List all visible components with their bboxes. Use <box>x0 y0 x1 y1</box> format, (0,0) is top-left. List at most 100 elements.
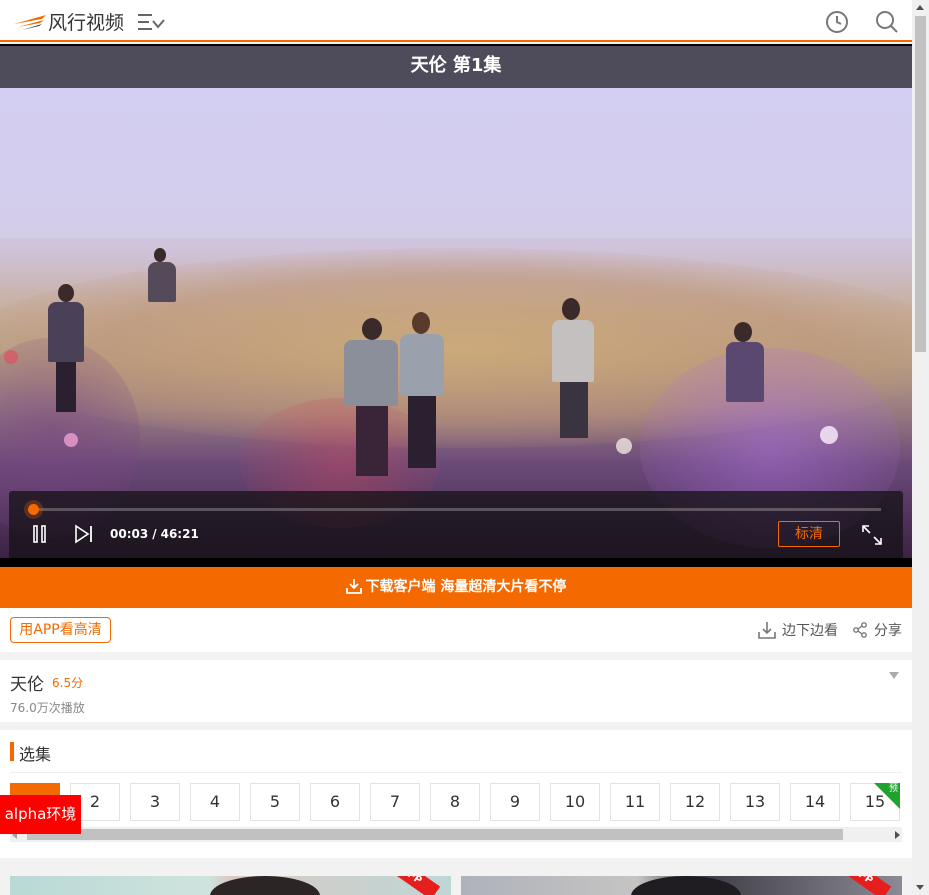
progress-bar[interactable] <box>33 508 881 511</box>
episode-button[interactable]: 9 <box>490 783 540 821</box>
section-divider <box>10 772 902 773</box>
download-banner-text: 下载客户端 海量超清大片看不停 <box>365 579 567 595</box>
environment-badge: alpha环境 <box>0 795 81 834</box>
episode-button[interactable]: 4 <box>190 783 240 821</box>
episode-label: 14 <box>804 792 826 811</box>
share-button[interactable]: 分享 <box>852 620 902 640</box>
expand-caret-icon[interactable] <box>889 672 899 680</box>
episode-label: 7 <box>389 792 401 811</box>
episode-label: 3 <box>149 792 161 811</box>
app-ribbon: APP <box>832 876 892 895</box>
video-player[interactable] <box>0 88 912 558</box>
video-person <box>724 322 768 432</box>
video-person <box>400 312 446 472</box>
pause-button[interactable] <box>31 524 49 544</box>
episode-button[interactable]: 3 <box>130 783 180 821</box>
vertical-scroll-thumb[interactable] <box>915 16 926 352</box>
download-icon <box>345 579 362 594</box>
recommended-thumb[interactable]: APP <box>461 876 902 895</box>
episode-label: 9 <box>509 792 521 811</box>
show-name: 天伦 <box>10 675 44 695</box>
vertical-scrollbar[interactable] <box>912 0 929 895</box>
episode-button[interactable]: 10 <box>550 783 600 821</box>
pause-icon <box>33 525 46 543</box>
video-info: 天伦 6.5分 76.0万次播放 <box>0 660 912 722</box>
episode-button[interactable]: 12 <box>670 783 720 821</box>
episode-label: 6 <box>329 792 341 811</box>
logo[interactable]: 风行视频 <box>12 9 125 34</box>
video-frame-sky <box>0 88 912 238</box>
play-count: 76.0万次播放 <box>10 701 85 715</box>
main-content: 风行视频 天伦 第1集 00:03 / 46:21 标清 下载客户端 海量超清大… <box>0 0 912 895</box>
preview-corner-label: 预 <box>888 784 898 794</box>
episode-label: 2 <box>89 792 101 811</box>
video-title: 天伦 第1集 <box>0 46 912 88</box>
top-bar: 风行视频 <box>0 0 912 42</box>
episode-list: 123456789101112131415预 <box>10 783 910 821</box>
thumb-figure <box>210 876 320 895</box>
logo-text: 风行视频 <box>48 11 125 34</box>
video-person <box>48 284 88 414</box>
video-person <box>546 298 602 438</box>
episode-button[interactable]: 6 <box>310 783 360 821</box>
video-glow <box>4 350 18 364</box>
episode-button[interactable]: 14 <box>790 783 840 821</box>
history-icon <box>826 11 848 33</box>
history-button[interactable] <box>824 9 850 35</box>
download-icon <box>758 622 776 639</box>
horizontal-scrollbar[interactable] <box>10 827 902 842</box>
episode-button[interactable]: 5 <box>250 783 300 821</box>
episode-label: 10 <box>564 792 586 811</box>
episode-button[interactable]: 8 <box>430 783 480 821</box>
search-button[interactable] <box>874 9 900 35</box>
episode-button[interactable]: 15 预 <box>850 783 900 821</box>
episode-section: 选集 123456789101112131415预 <box>0 730 912 858</box>
horizontal-scroll-thumb[interactable] <box>27 829 843 840</box>
duration: 46:21 <box>160 527 199 541</box>
show-score: 6.5分 <box>52 676 84 690</box>
page: 风行视频 天伦 第1集 00:03 / 46:21 标清 下载客户端 海量超清大… <box>0 0 929 895</box>
quality-button[interactable]: 标清 <box>778 521 840 547</box>
player-bottom-edge <box>0 558 912 567</box>
share-label: 分享 <box>874 623 902 639</box>
time-separator: / <box>152 527 157 541</box>
episode-button[interactable]: 11 <box>610 783 660 821</box>
section-marker <box>10 742 14 761</box>
logo-icon <box>14 15 46 30</box>
progress-handle[interactable] <box>28 504 39 515</box>
thumb-figure <box>631 876 741 895</box>
episode-label: 11 <box>624 792 646 811</box>
next-episode-button[interactable] <box>74 524 94 544</box>
scroll-down-arrow-icon[interactable] <box>916 885 924 890</box>
scroll-up-arrow-icon[interactable] <box>916 5 924 10</box>
video-person <box>342 318 402 478</box>
share-icon <box>853 622 867 638</box>
episode-label: 8 <box>449 792 461 811</box>
video-glow <box>616 438 632 454</box>
download-banner[interactable]: 下载客户端 海量超清大片看不停 <box>0 567 912 608</box>
time-display: 00:03/46:21 <box>110 527 199 541</box>
download-watch-button[interactable]: 边下边看 <box>758 620 838 640</box>
menu-icon <box>138 14 165 30</box>
episode-label: 12 <box>684 792 706 811</box>
fullscreen-icon <box>862 525 882 545</box>
episode-label: 5 <box>269 792 281 811</box>
episode-button[interactable]: 7 <box>370 783 420 821</box>
current-time: 00:03 <box>110 527 149 541</box>
next-icon <box>75 524 92 544</box>
search-icon <box>876 11 898 33</box>
video-person <box>146 248 180 318</box>
player-controls: 00:03/46:21 标清 <box>9 491 903 559</box>
app-hd-button[interactable]: 用APP看高清 <box>10 617 111 643</box>
episode-button[interactable]: 13 <box>730 783 780 821</box>
episode-label: 4 <box>209 792 221 811</box>
download-watch-label: 边下边看 <box>782 623 838 639</box>
app-ribbon: APP <box>381 876 441 895</box>
recommended-thumb[interactable]: APP <box>10 876 451 895</box>
action-row: 用APP看高清 边下边看 分享 <box>0 608 912 652</box>
menu-button[interactable] <box>136 10 166 34</box>
video-glow <box>820 426 838 444</box>
fullscreen-button[interactable] <box>861 524 883 546</box>
video-glow <box>64 433 78 447</box>
scroll-right-arrow-icon[interactable] <box>895 831 900 839</box>
